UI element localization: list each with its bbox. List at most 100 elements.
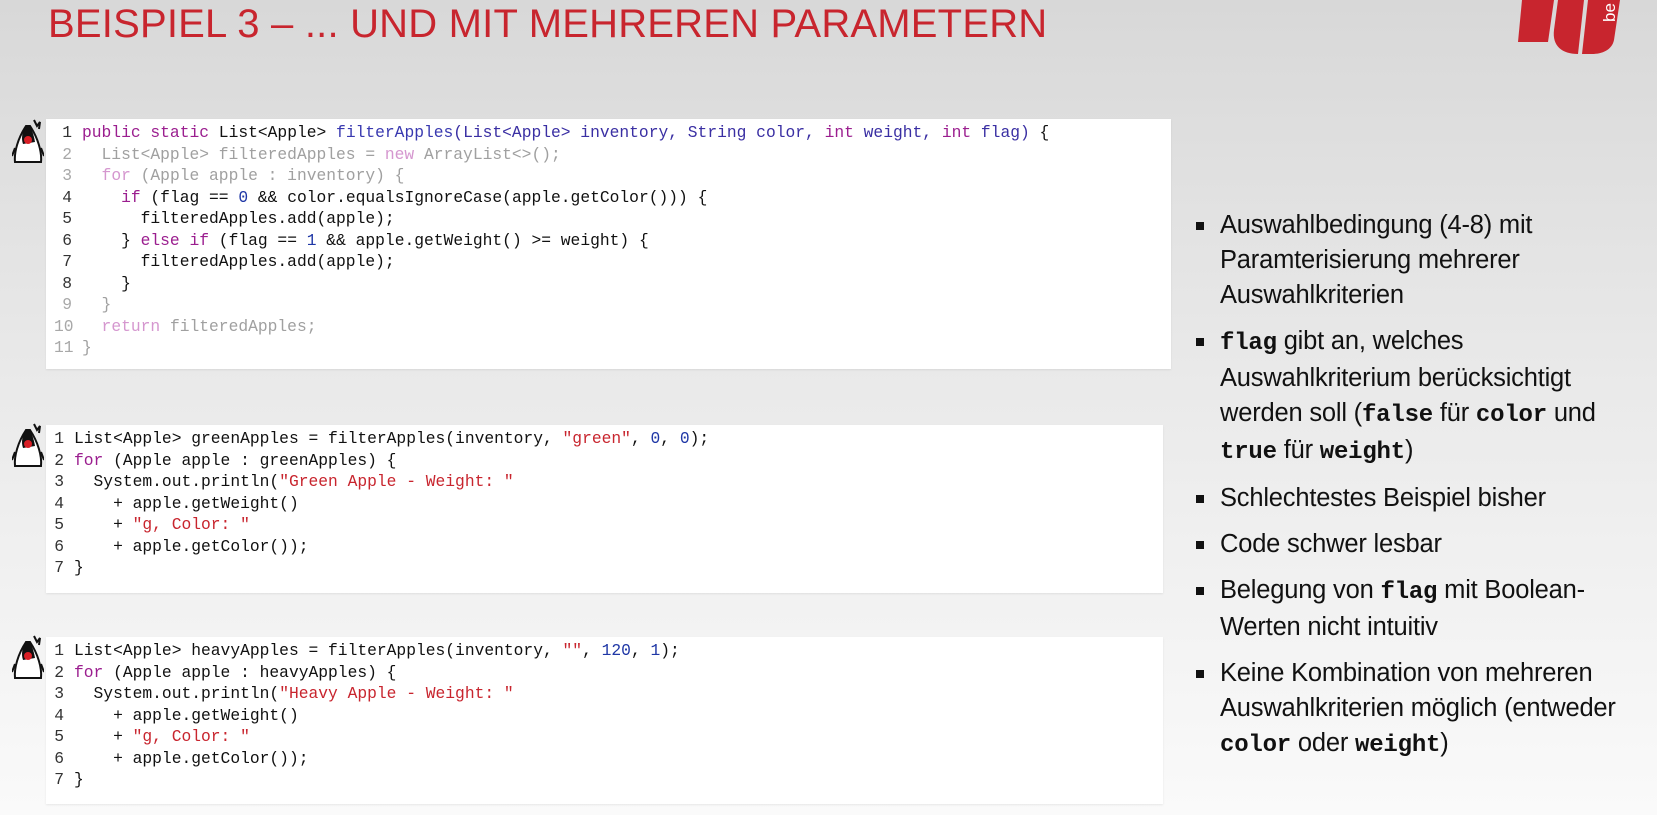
code-token: && color.equalsIgnoreCase(apple.getColor…: [248, 187, 708, 207]
bullet-text: Belegung von: [1220, 576, 1381, 604]
line-number: 11: [54, 338, 74, 357]
code-token: (Apple apple : heavyApples) {: [103, 662, 397, 682]
code-line: 1 public static List<Apple> filterApples(…: [54, 122, 1171, 144]
code-token: weight,: [853, 123, 942, 142]
code-token: "Green Apple - Weight: ": [279, 472, 514, 491]
code-line: 2 for (Apple apple : greenApples) {: [46, 450, 1163, 472]
line-number: 7: [54, 770, 64, 789]
line-number: 9: [62, 295, 72, 314]
line-number: 5: [54, 515, 64, 534]
bullet-text: oder: [1291, 729, 1356, 757]
code-keyword: true: [1220, 439, 1277, 466]
code-line: 5 + "g, Color: ": [46, 514, 1163, 536]
code-line: 1 List<Apple> greenApples = filterApples(…: [46, 428, 1163, 450]
code-token: "green": [562, 429, 631, 448]
code-token: + apple.getColor());: [74, 536, 309, 556]
code-line: 7}: [46, 557, 1163, 579]
bullet-square-icon: [1196, 587, 1204, 595]
code-block-heavy-apples: 1 List<Apple> heavyApples = filterApples(…: [46, 637, 1163, 804]
code-token: for: [101, 166, 131, 185]
code-line: 6 + apple.getColor());: [46, 748, 1163, 770]
code-token: ArrayList<>();: [414, 144, 561, 164]
code-keyword: color: [1220, 732, 1292, 759]
bullet-text: ): [1440, 729, 1449, 757]
code-token: filteredApples;: [160, 316, 317, 336]
duke-mascot-icon: [12, 423, 44, 467]
code-token: + apple.getWeight(): [74, 493, 299, 513]
line-number: 6: [54, 748, 64, 768]
code-token: +: [74, 727, 133, 746]
code-token: if: [121, 187, 141, 207]
code-line: 4 if (flag == 0 && color.equalsIgnoreCas…: [54, 187, 1171, 209]
duke-mascot-icon: [12, 119, 44, 163]
code-token: (List<Apple> inventory, String color,: [453, 123, 825, 142]
code-line: 6 + apple.getColor());: [46, 536, 1163, 558]
code-keyword: weight: [1355, 732, 1441, 759]
line-number: 4: [54, 493, 64, 513]
bullet-item: Code schwer lesbar: [1196, 527, 1636, 562]
code-keyword: weight: [1319, 439, 1405, 466]
code-line: 10 return filteredApples;: [54, 316, 1171, 338]
line-number: 4: [62, 187, 72, 207]
code-token: ,: [660, 429, 680, 448]
code-token: }: [82, 273, 131, 293]
code-token: (flag ==: [140, 187, 239, 207]
bullet-text: Auswahlbedingung (4-8) mit Paramterisier…: [1220, 211, 1533, 309]
line-number: 6: [62, 230, 72, 250]
bullet-item: Schlechtestes Beispiel bisher: [1196, 481, 1636, 516]
line-number: 1: [62, 123, 72, 142]
line-number: 10: [54, 316, 74, 336]
duke-mascot-icon: [12, 635, 44, 679]
code-line: 2 for (Apple apple : heavyApples) {: [46, 662, 1163, 684]
code-token: public static: [82, 123, 219, 142]
code-token: filteredApples.add(apple);: [82, 209, 395, 228]
code-token: flag): [971, 123, 1040, 142]
code-token: int: [824, 123, 854, 142]
code-token: 1: [650, 641, 661, 660]
bullet-text: Schlechtestes Beispiel bisher: [1220, 484, 1546, 512]
code-token: "": [562, 641, 583, 660]
line-number: 8: [62, 273, 72, 293]
code-token: for: [74, 662, 104, 682]
code-token: List<Apple>: [218, 123, 337, 142]
code-token: "g, Color: ": [132, 515, 250, 534]
code-line: 5 filteredApples.add(apple);: [54, 208, 1171, 230]
code-token: }: [82, 338, 92, 357]
bullet-item: flag gibt an, welches Auswahlkriterium b…: [1196, 324, 1636, 470]
code-line: 3 System.out.println("Heavy Apple - Weig…: [46, 683, 1163, 705]
code-block-green-apples: 1 List<Apple> greenApples = filterApples(…: [46, 425, 1163, 593]
code-line: 9 }: [54, 294, 1171, 316]
line-number: 6: [54, 536, 64, 556]
code-token: );: [689, 429, 710, 448]
line-number: 5: [54, 727, 64, 746]
bullet-text: für: [1276, 436, 1320, 464]
code-token: }: [82, 230, 141, 250]
line-number: 4: [54, 705, 64, 725]
line-number: 7: [54, 558, 64, 577]
bullet-square-icon: [1196, 541, 1204, 549]
code-token: 0: [679, 429, 690, 448]
code-line: 3 for (Apple apple : inventory) {: [54, 165, 1171, 187]
bullet-text: für: [1432, 399, 1476, 427]
bullet-text: ): [1404, 436, 1414, 464]
line-number: 1: [54, 429, 64, 448]
code-token: List<Apple> heavyApples = filterApples(i…: [74, 641, 563, 660]
code-token: ,: [630, 641, 651, 660]
code-token: (Apple apple : greenApples) {: [103, 450, 397, 470]
code-token: 1: [306, 230, 317, 250]
line-number: 3: [62, 166, 72, 185]
code-token: (flag ==: [209, 230, 307, 250]
code-token: "g, Color: ": [132, 727, 250, 746]
code-block-filter-method: 1 public static List<Apple> filterApples(…: [46, 119, 1171, 369]
bullet-text: Keine Kombination von mehreren Auswahlkr…: [1220, 659, 1616, 722]
code-keyword: flag: [1380, 579, 1438, 606]
code-line: 7 filteredApples.add(apple);: [54, 251, 1171, 273]
slide-title: BEISPIEL 3 – ... UND MIT MEHREREN PARAME…: [48, 2, 1048, 46]
line-number: 2: [54, 662, 64, 682]
code-token: (Apple apple : inventory) {: [130, 166, 405, 185]
code-token: }: [74, 558, 84, 577]
line-number: 1: [54, 641, 64, 660]
code-line: 7}: [46, 769, 1163, 791]
code-line: 4 + apple.getWeight(): [46, 705, 1163, 727]
